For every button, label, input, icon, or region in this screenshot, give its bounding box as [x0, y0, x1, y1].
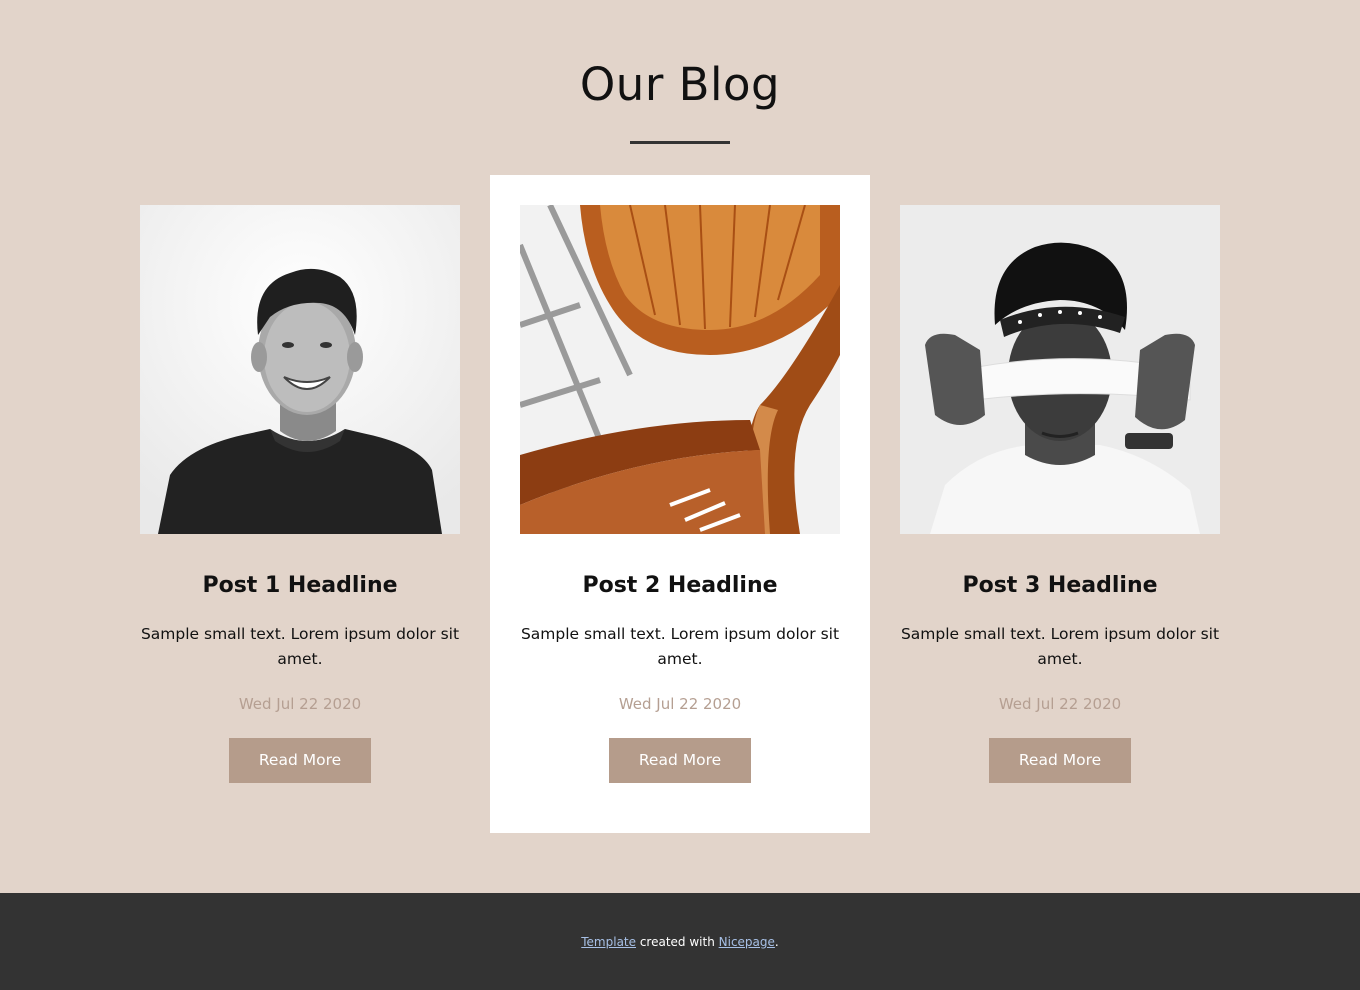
blog-card-3: Post 3 Headline Sample small text. Lorem…	[870, 175, 1250, 833]
post-3-date: Wed Jul 22 2020	[998, 695, 1122, 713]
footer-credit: Template created with Nicepage.	[0, 935, 1360, 949]
post-3-text: Sample small text. Lorem ipsum dolor sit…	[900, 625, 1220, 668]
post-1-read-more-button[interactable]: Read More	[229, 738, 371, 783]
blog-card-2: Post 2 Headline Sample small text. Lorem…	[490, 175, 870, 833]
post-2-image[interactable]	[520, 205, 840, 534]
post-1-text: Sample small text. Lorem ipsum dolor sit…	[140, 625, 460, 668]
post-3-image[interactable]	[900, 205, 1220, 534]
footer: Template created with Nicepage.	[0, 893, 1360, 990]
title-divider	[630, 141, 730, 144]
blog-card-1: Post 1 Headline Sample small text. Lorem…	[110, 175, 490, 833]
nicepage-link[interactable]: Nicepage	[719, 935, 775, 949]
page-title: Our Blog	[579, 58, 781, 111]
post-3-read-more-button[interactable]: Read More	[989, 738, 1131, 783]
post-2-headline: Post 2 Headline	[582, 573, 778, 598]
post-1-date: Wed Jul 22 2020	[238, 695, 362, 713]
footer-middle-text: created with	[636, 935, 719, 949]
post-1-headline: Post 1 Headline	[202, 573, 398, 598]
footer-end-text: .	[774, 935, 779, 949]
post-2-read-more-button[interactable]: Read More	[609, 738, 751, 783]
post-2-date: Wed Jul 22 2020	[618, 695, 742, 713]
template-link[interactable]: Template	[581, 935, 636, 949]
post-2-text: Sample small text. Lorem ipsum dolor sit…	[520, 625, 840, 668]
post-3-headline: Post 3 Headline	[962, 573, 1158, 598]
post-1-image[interactable]	[140, 205, 460, 534]
blog-section: Our Blog Post 1 Headline Sample small te…	[0, 0, 1360, 893]
